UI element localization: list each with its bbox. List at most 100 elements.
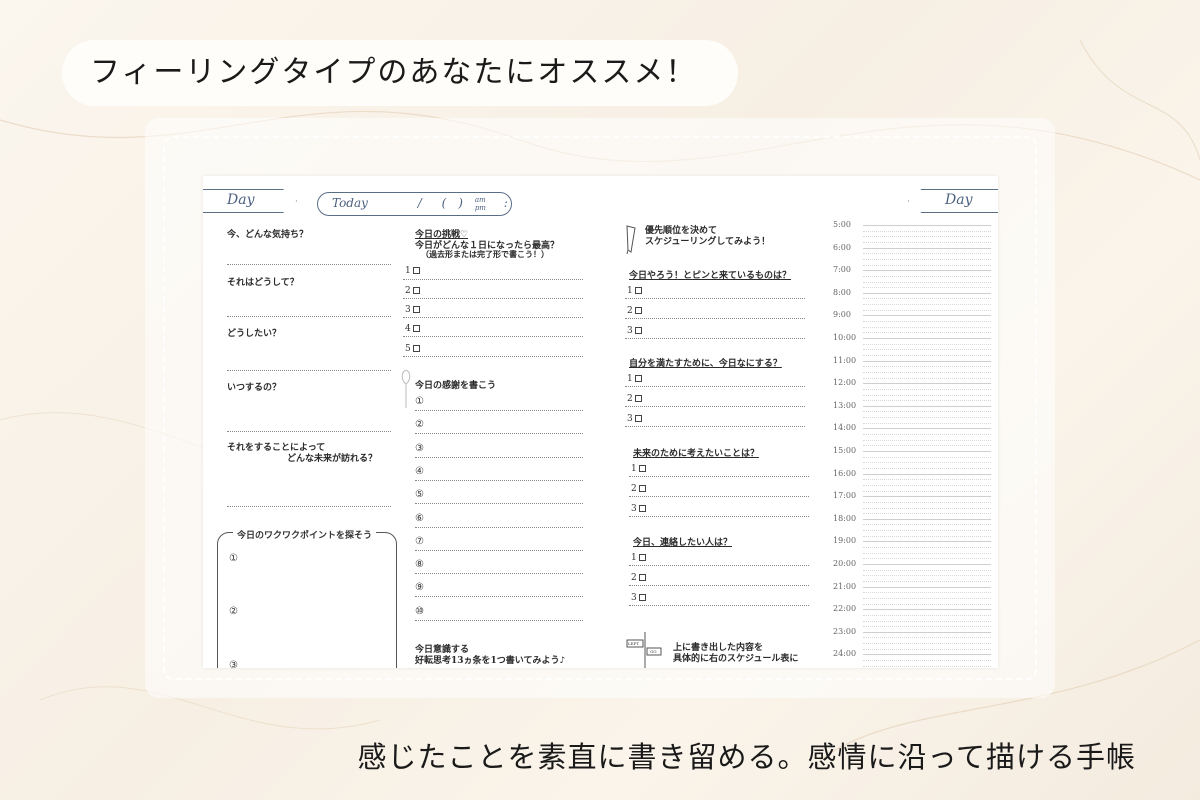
time-slot-line[interactable] (863, 371, 991, 373)
time-slot-line[interactable] (863, 354, 991, 356)
time-slot-line[interactable] (863, 264, 991, 266)
time-slot-line[interactable] (863, 654, 991, 656)
time-slot-line[interactable] (863, 236, 991, 238)
time-slot-line[interactable] (863, 637, 991, 639)
answer-line[interactable] (415, 410, 583, 411)
time-slot-line[interactable] (863, 383, 991, 385)
answer-line[interactable] (403, 336, 583, 337)
checkbox[interactable] (412, 306, 420, 313)
time-slot-line[interactable] (863, 434, 991, 436)
answer-line[interactable] (403, 279, 583, 280)
time-slot-line[interactable] (863, 253, 991, 255)
time-slot-line[interactable] (863, 580, 991, 582)
time-slot-line[interactable] (863, 388, 991, 390)
answer-line[interactable] (415, 596, 583, 598)
time-slot-line[interactable] (863, 535, 991, 537)
checkbox[interactable] (638, 594, 646, 601)
time-slot-line[interactable] (863, 586, 991, 588)
time-slot-line[interactable] (863, 501, 991, 503)
checkbox[interactable] (638, 574, 646, 581)
answer-line[interactable] (629, 496, 809, 497)
time-slot-line[interactable] (863, 451, 991, 452)
time-slot-line[interactable] (863, 575, 991, 577)
checkbox[interactable] (634, 307, 642, 314)
checkbox[interactable] (638, 465, 646, 472)
time-slot-line[interactable] (863, 564, 991, 565)
time-slot-line[interactable] (863, 394, 991, 396)
time-slot-line[interactable] (863, 445, 991, 447)
checkbox[interactable] (634, 375, 642, 382)
time-slot-line[interactable] (863, 558, 991, 560)
answer-line[interactable] (403, 356, 583, 357)
answer-line[interactable] (629, 605, 809, 606)
time-slot-line[interactable] (863, 473, 991, 475)
answer-line[interactable] (403, 317, 583, 318)
time-slot-line[interactable] (863, 417, 991, 419)
time-slot-line[interactable] (863, 614, 991, 616)
time-slot-line[interactable] (863, 660, 991, 662)
time-slot-line[interactable] (863, 225, 991, 226)
answer-line[interactable] (227, 431, 391, 432)
checkbox[interactable] (412, 267, 420, 274)
checkbox[interactable] (412, 345, 420, 352)
excitement-box[interactable] (217, 532, 397, 668)
checkbox[interactable] (634, 327, 642, 334)
time-slot-line[interactable] (863, 338, 991, 339)
time-slot-line[interactable] (863, 428, 991, 430)
answer-line[interactable] (629, 516, 809, 517)
answer-line[interactable] (625, 338, 805, 339)
answer-line[interactable] (415, 433, 583, 435)
checkbox[interactable] (638, 485, 646, 492)
time-slot-line[interactable] (863, 270, 991, 272)
checkbox[interactable] (634, 287, 642, 294)
answer-line[interactable] (625, 406, 805, 407)
answer-line[interactable] (415, 549, 583, 551)
time-slot-line[interactable] (863, 609, 991, 611)
answer-line[interactable] (415, 526, 583, 528)
time-slot-line[interactable] (863, 530, 991, 532)
answer-line[interactable] (227, 506, 391, 507)
time-slot-line[interactable] (863, 281, 991, 283)
answer-line[interactable] (415, 619, 583, 621)
time-slot-line[interactable] (863, 258, 991, 260)
time-slot-line[interactable] (863, 467, 991, 469)
checkbox[interactable] (638, 554, 646, 561)
time-slot-line[interactable] (863, 626, 991, 628)
time-slot-line[interactable] (863, 247, 991, 249)
answer-line[interactable] (629, 476, 809, 477)
time-slot-line[interactable] (863, 479, 991, 481)
time-slot-line[interactable] (863, 304, 991, 306)
time-slot-line[interactable] (863, 332, 991, 334)
time-slot-line[interactable] (863, 275, 991, 277)
time-slot-line[interactable] (863, 292, 991, 294)
checkbox[interactable] (412, 287, 420, 294)
answer-line[interactable] (227, 316, 391, 317)
checkbox[interactable] (638, 505, 646, 512)
time-slot-line[interactable] (863, 631, 991, 633)
time-slot-line[interactable] (863, 603, 991, 605)
time-slot-line[interactable] (863, 597, 991, 599)
time-slot-line[interactable] (863, 230, 991, 232)
checkbox[interactable] (634, 395, 642, 402)
time-slot-line[interactable] (863, 513, 991, 515)
time-slot-line[interactable] (863, 518, 991, 520)
checkbox[interactable] (634, 415, 642, 422)
answer-line[interactable] (403, 298, 583, 299)
time-slot-line[interactable] (863, 321, 991, 323)
answer-line[interactable] (629, 565, 809, 566)
answer-line[interactable] (625, 386, 805, 387)
time-slot-line[interactable] (863, 541, 991, 543)
time-slot-line[interactable] (863, 287, 991, 289)
time-slot-line[interactable] (863, 507, 991, 509)
time-slot-line[interactable] (863, 456, 991, 458)
time-slot-line[interactable] (863, 462, 991, 464)
answer-line[interactable] (625, 426, 805, 427)
answer-line[interactable] (227, 264, 391, 265)
answer-line[interactable] (415, 503, 583, 505)
time-slot-line[interactable] (863, 360, 991, 362)
time-slot-line[interactable] (863, 496, 991, 498)
time-slot-line[interactable] (863, 349, 991, 351)
time-slot-line[interactable] (863, 569, 991, 571)
time-slot-line[interactable] (863, 411, 991, 413)
answer-line[interactable] (415, 573, 583, 575)
